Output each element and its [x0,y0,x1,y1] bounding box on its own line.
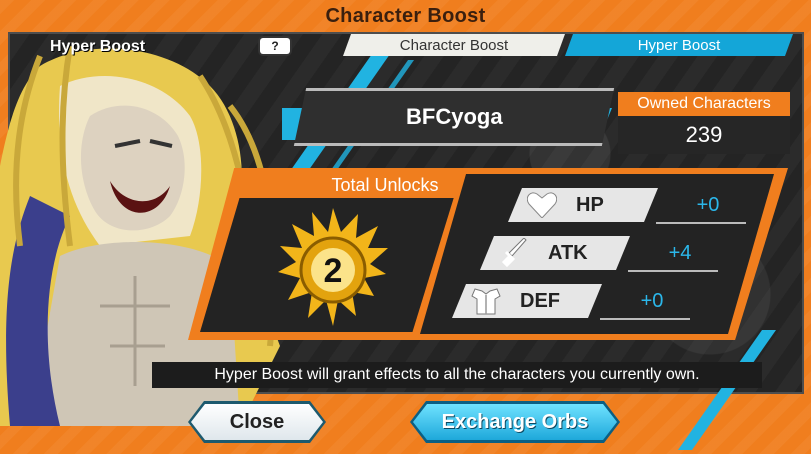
tab-character-boost[interactable]: Character Boost [343,34,565,56]
player-name-plate: BFCyoga [293,88,615,146]
owned-characters-value: 239 [618,116,790,154]
exchange-orbs-button-label: Exchange Orbs [413,404,617,440]
help-button[interactable]: ? [260,38,290,54]
stat-label: ATK [548,241,588,264]
dialog-title: Character Boost [325,4,486,27]
exchange-orbs-button[interactable]: Exchange Orbs [410,401,620,443]
info-text: Hyper Boost will grant effects to all th… [152,362,762,388]
heart-icon [520,192,564,218]
close-button-label: Close [191,404,323,440]
stat-label: DEF [520,289,560,312]
player-name: BFCyoga [405,104,503,129]
sword-icon [492,238,536,268]
stat-value: +0 [696,193,720,216]
unlock-count: 2 [324,252,343,290]
stat-label: HP [576,193,604,216]
character-boost-dialog: Character Boost Hyper Boost ? Character … [0,0,811,454]
section-label: Hyper Boost [50,38,146,55]
stat-row-def: DEF +0 [452,284,692,320]
total-unlocks-label: Total Unlocks [331,174,439,195]
armor-icon [464,287,508,315]
unlock-orb-icon: 2 [278,208,388,326]
stat-row-atk: ATK +4 [480,236,720,272]
owned-characters-label: Owned Characters [618,92,790,116]
stat-value: +0 [640,289,664,312]
stat-value: +4 [668,241,692,264]
stat-row-hp: HP +0 [508,188,748,224]
dialog-title-bar: Character Boost [0,0,811,32]
close-button[interactable]: Close [188,401,326,443]
tab-hyper-boost[interactable]: Hyper Boost [565,34,793,56]
